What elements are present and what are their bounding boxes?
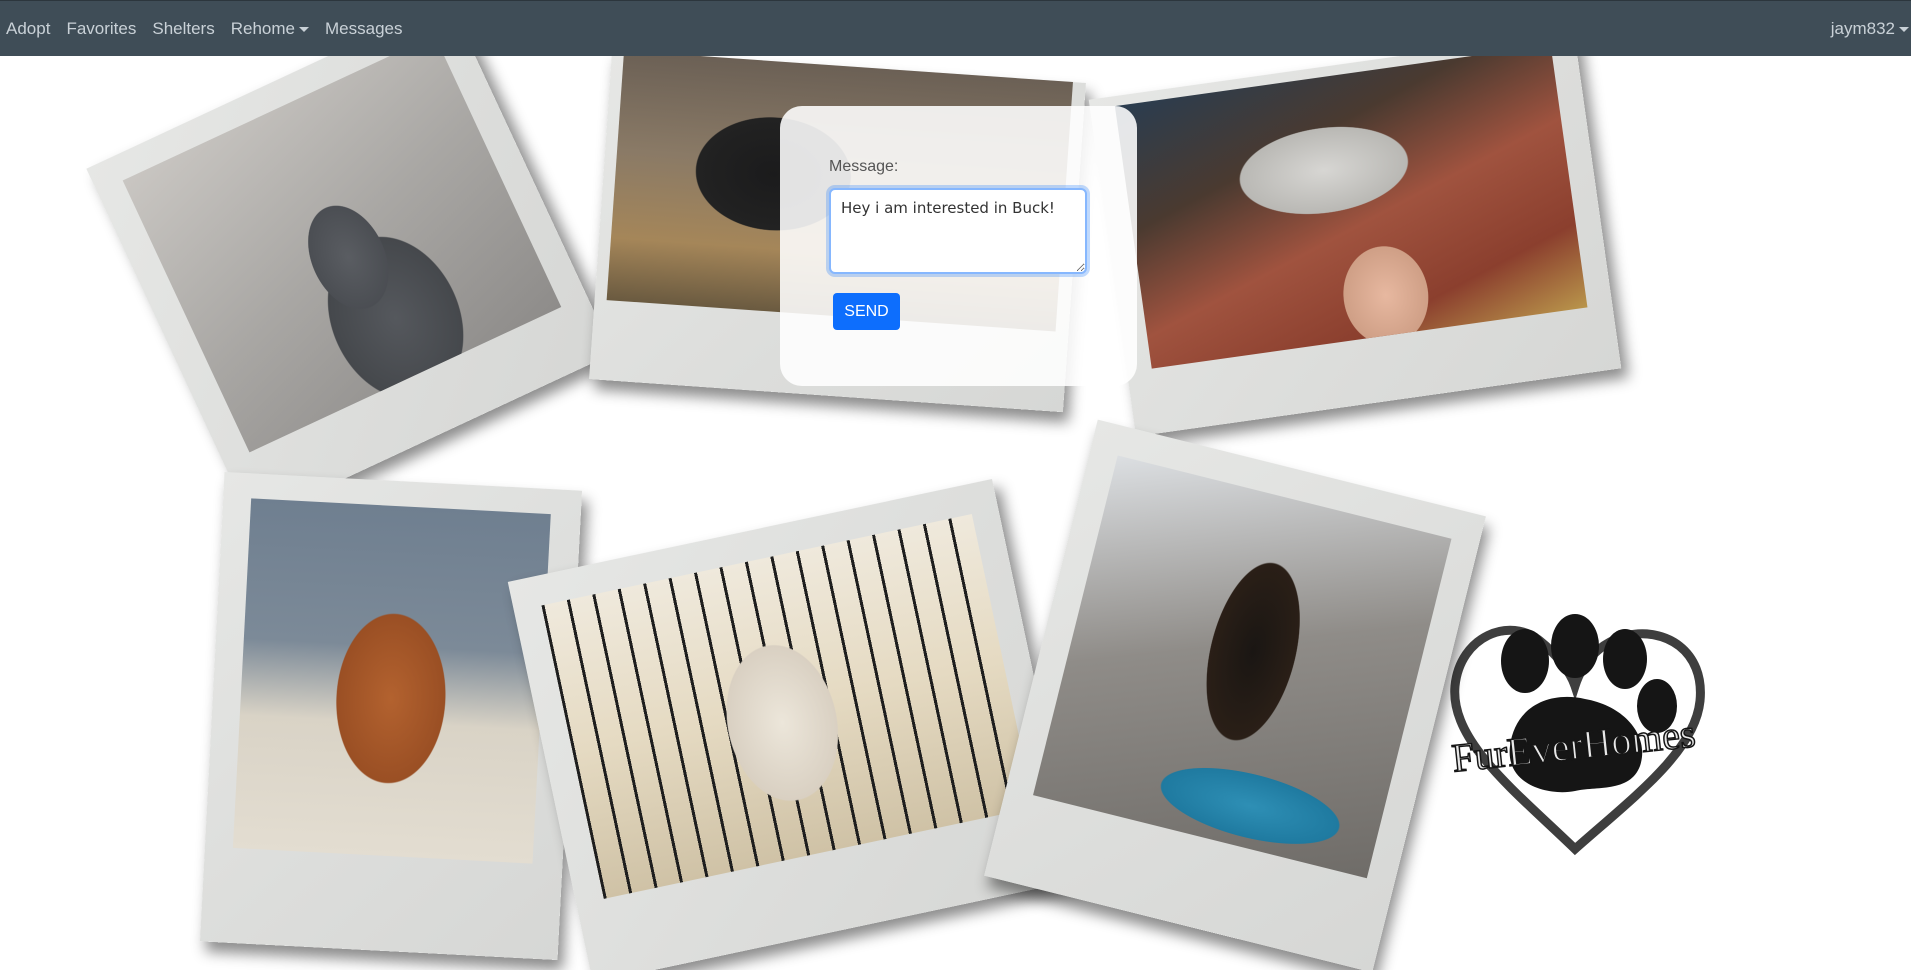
chevron-down-icon — [299, 26, 309, 32]
chevron-down-icon — [1899, 27, 1909, 33]
nav-rehome-dropdown[interactable]: Rehome — [231, 1, 309, 57]
message-input[interactable] — [829, 188, 1087, 274]
photo-brown-dog — [232, 498, 551, 864]
user-menu-dropdown[interactable]: jaym832 — [1831, 1, 1911, 57]
fureverhomes-logo: FurEverHomes — [1449, 614, 1705, 856]
send-button[interactable]: SEND — [833, 293, 900, 330]
top-navbar: Adopt Favorites Shelters Rehome Messages… — [0, 0, 1911, 56]
polaroid-puppy-crate — [507, 479, 1078, 970]
message-card: Message: SEND — [780, 106, 1137, 386]
nav-favorites[interactable]: Favorites — [66, 1, 136, 57]
nav-rehome-label: Rehome — [230, 18, 295, 38]
nav-messages[interactable]: Messages — [325, 1, 402, 57]
photo-fluffy-cat — [1114, 56, 1588, 369]
photo-puppy-crate — [541, 513, 1035, 899]
photo-min-pin — [1033, 455, 1452, 879]
polaroid-gray-cat — [86, 56, 614, 523]
polaroid-fluffy-cat — [1088, 56, 1622, 437]
polaroid-brown-dog — [199, 471, 583, 961]
nav-shelters[interactable]: Shelters — [152, 1, 214, 57]
username: jaym832 — [1830, 19, 1895, 38]
photo-gray-cat — [122, 56, 562, 453]
polaroid-min-pin — [984, 419, 1486, 970]
message-label: Message: — [829, 158, 899, 175]
nav-adopt[interactable]: Adopt — [6, 1, 50, 57]
